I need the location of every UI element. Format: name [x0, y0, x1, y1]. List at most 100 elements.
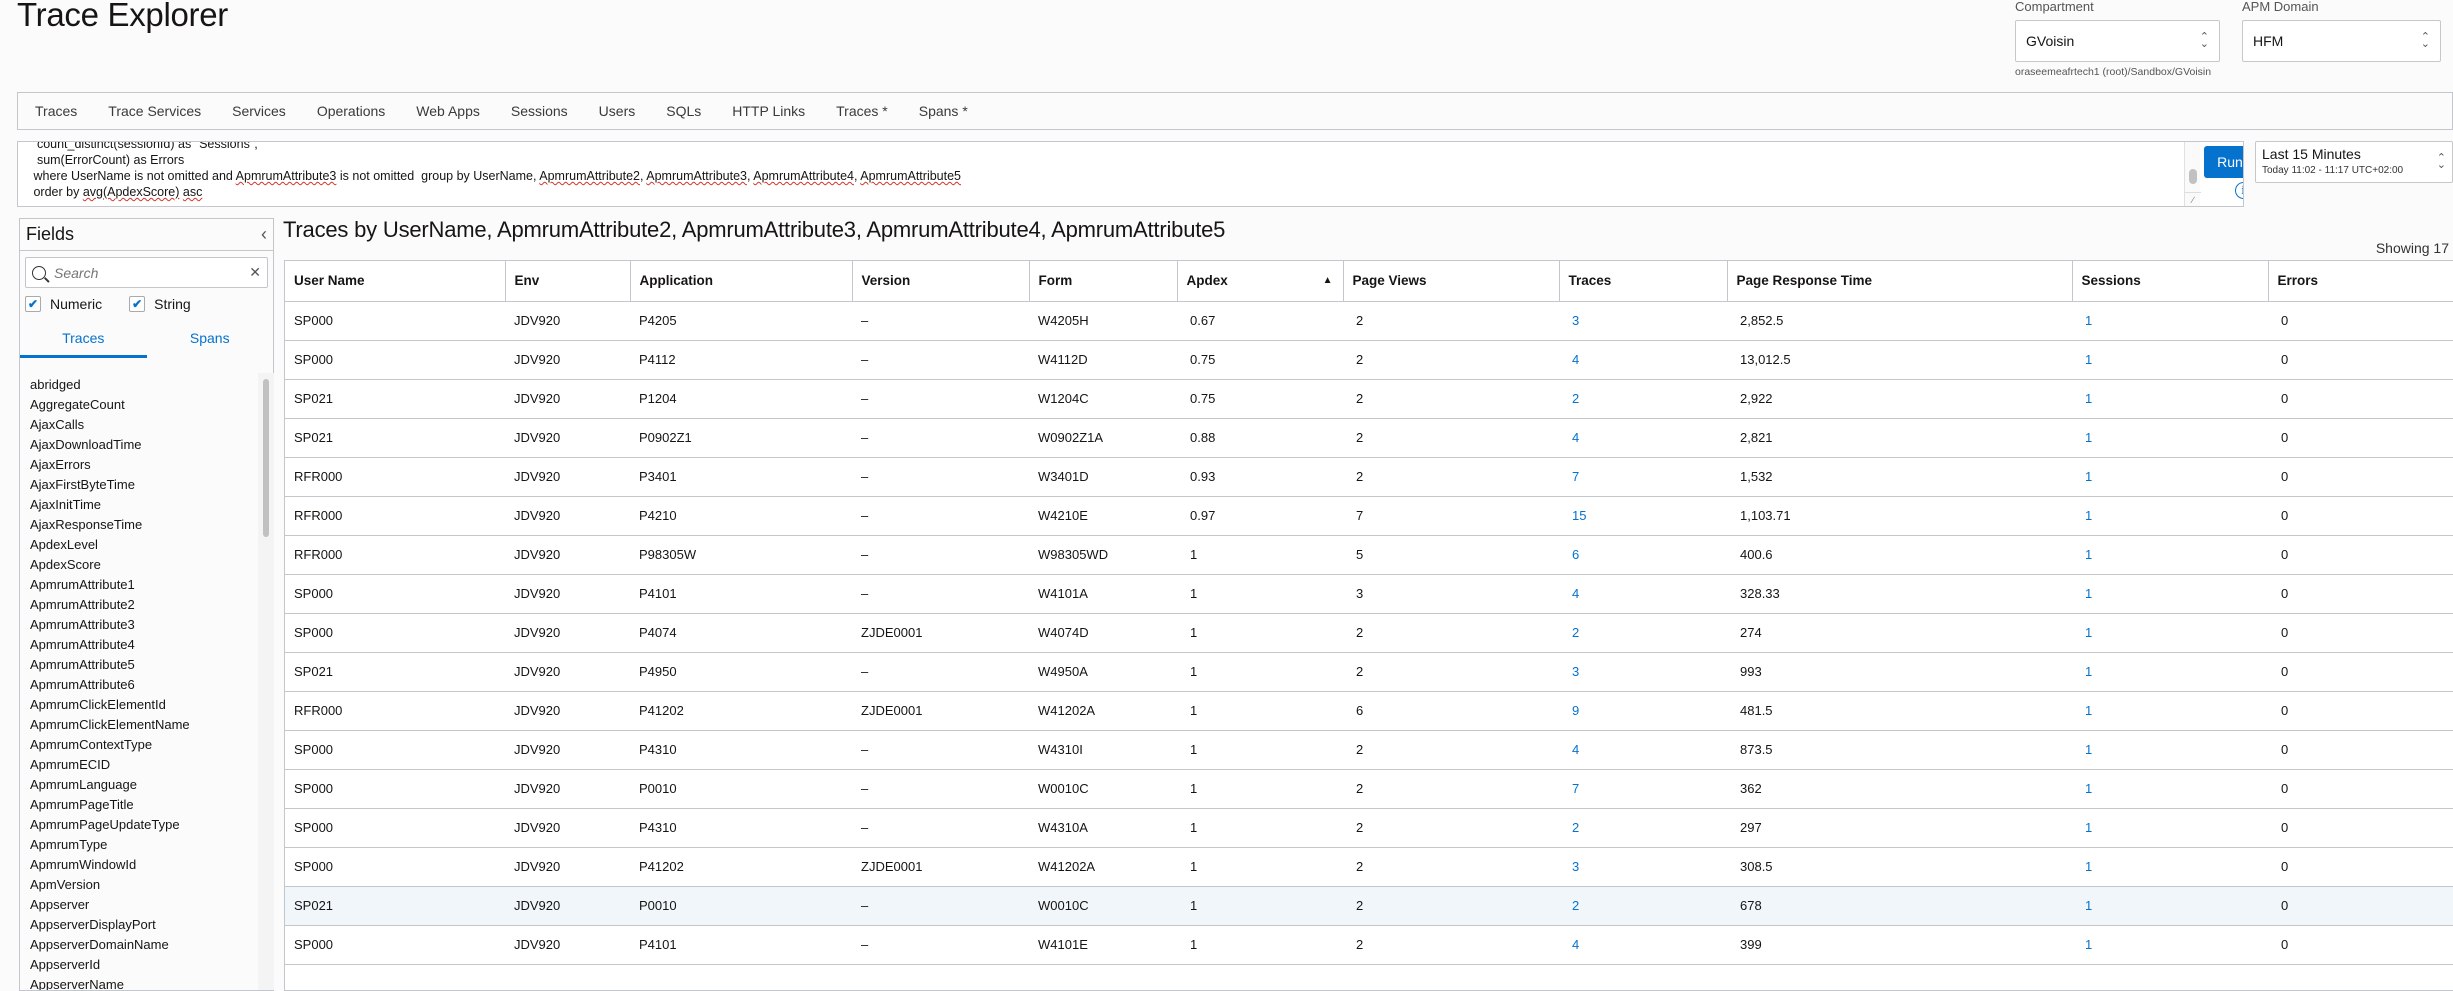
field-list-item[interactable]: ApmrumAttribute3	[30, 615, 260, 635]
column-header-version[interactable]: Version	[852, 261, 1030, 302]
tab-operations[interactable]: Operations	[317, 103, 385, 119]
clear-icon[interactable]: ✕	[249, 264, 261, 281]
sort-ascending-icon[interactable]: ▲	[1323, 275, 1333, 286]
cell-sessions[interactable]: 1	[2072, 613, 2268, 653]
tab-trace-services[interactable]: Trace Services	[108, 103, 201, 119]
cell-sessions[interactable]: 1	[2072, 301, 2268, 341]
scroll-thumb[interactable]	[2189, 169, 2197, 184]
field-list-item[interactable]: AjaxResponseTime	[30, 515, 260, 535]
field-list-item[interactable]: ApmrumPageUpdateType	[30, 815, 260, 835]
field-list-item[interactable]: AppserverDisplayPort	[30, 915, 260, 935]
fields-tab-spans[interactable]: Spans	[147, 330, 274, 358]
field-list-item[interactable]: ApmrumAttribute1	[30, 575, 260, 595]
fields-tab-traces[interactable]: Traces	[20, 330, 147, 358]
field-list-item[interactable]: AggregateCount	[30, 395, 260, 415]
column-header-form[interactable]: Form	[1029, 261, 1178, 302]
column-header-errors[interactable]: Errors	[2268, 261, 2453, 302]
cell-sessions[interactable]: 1	[2072, 457, 2268, 497]
tab-traces[interactable]: Traces	[35, 103, 77, 119]
scroll-thumb[interactable]	[263, 379, 269, 537]
table-row[interactable]: RFR000 JDV920 P3401– W3401D 0.93 2 7 1,532 1 0	[285, 457, 2453, 497]
table-row[interactable]: SP000 JDV920 P4101– W4101E 1 2 4 399 1 0	[285, 925, 2453, 965]
field-list-item[interactable]: ApmrumClickElementId	[30, 695, 260, 715]
string-checkbox[interactable]: ✔ String	[129, 296, 191, 312]
tab-spans-custom[interactable]: Spans *	[919, 103, 968, 119]
cell-traces[interactable]: 4	[1559, 574, 1727, 614]
tab-sqls[interactable]: SQLs	[666, 103, 701, 119]
cell-sessions[interactable]: 1	[2072, 418, 2268, 458]
column-header-user-name[interactable]: User Name	[285, 261, 506, 302]
column-header-apdex[interactable]: Apdex ▲	[1177, 261, 1344, 302]
field-list-item[interactable]: abridged	[30, 375, 260, 395]
field-list-item[interactable]: AjaxDownloadTime	[30, 435, 260, 455]
cell-traces[interactable]: 4	[1559, 418, 1727, 458]
table-row[interactable]: RFR000 JDV920 P4210– W4210E 0.97 7 15 1,103.71 1…	[285, 496, 2453, 536]
field-list-item[interactable]: ApmrumECID	[30, 755, 260, 775]
table-row[interactable]: SP000 JDV920 P0010– W0010C 1 2 7 362 1 0	[285, 769, 2453, 809]
table-row[interactable]: RFR000 JDV920 P41202 ZJDE0001 W41202A 1 6 9 481.…	[285, 691, 2453, 731]
cell-traces[interactable]: 2	[1559, 808, 1727, 848]
query-text[interactable]: count_distinct(sessionId) as "Sessions",…	[30, 142, 961, 200]
column-header-page-response-time[interactable]: Page Response Time	[1727, 261, 2073, 302]
table-row[interactable]: SP000 JDV920 P41202 ZJDE0001 W41202A 1 2 3 308.5…	[285, 847, 2453, 887]
cell-sessions[interactable]: 1	[2072, 925, 2268, 965]
compartment-select[interactable]: GVoisin ⌃ ⌄	[2015, 20, 2220, 62]
cell-traces[interactable]: 6	[1559, 535, 1727, 575]
field-list-item[interactable]: ApmrumAttribute2	[30, 595, 260, 615]
field-list-item[interactable]: AppserverDomainName	[30, 935, 260, 955]
field-list-item[interactable]: AjaxErrors	[30, 455, 260, 475]
table-row[interactable]: SP000 JDV920 P4074 ZJDE0001 W4074D 1 2 2 274 1 0	[285, 613, 2453, 653]
field-list-scrollbar[interactable]	[258, 373, 274, 990]
table-row[interactable]: SP021 JDV920 P4950– W4950A 1 2 3 993 1 0	[285, 652, 2453, 692]
cell-traces[interactable]: 3	[1559, 847, 1727, 887]
cell-traces[interactable]: 9	[1559, 691, 1727, 731]
cell-traces[interactable]: 2	[1559, 379, 1727, 419]
field-list-item[interactable]: AppserverId	[30, 955, 260, 975]
cell-traces[interactable]: 7	[1559, 457, 1727, 497]
tab-traces-custom[interactable]: Traces *	[836, 103, 888, 119]
cell-traces[interactable]: 4	[1559, 730, 1727, 770]
field-list-item[interactable]: ApmrumPageTitle	[30, 795, 260, 815]
tab-web-apps[interactable]: Web Apps	[416, 103, 480, 119]
cell-sessions[interactable]: 1	[2072, 886, 2268, 926]
cell-sessions[interactable]: 1	[2072, 730, 2268, 770]
cell-traces[interactable]: 3	[1559, 652, 1727, 692]
cell-sessions[interactable]: 1	[2072, 847, 2268, 887]
cell-traces[interactable]: 2	[1559, 886, 1727, 926]
tab-users[interactable]: Users	[599, 103, 636, 119]
time-range-select[interactable]: Last 15 Minutes Today 11:02 - 11:17 UTC+…	[2255, 141, 2453, 183]
field-list-item[interactable]: AjaxCalls	[30, 415, 260, 435]
tab-http-links[interactable]: HTTP Links	[732, 103, 805, 119]
column-header-application[interactable]: Application	[630, 261, 853, 302]
field-list-item[interactable]: ApmrumWindowId	[30, 855, 260, 875]
fields-search-input[interactable]	[54, 264, 250, 281]
field-list-item[interactable]: ApmVersion	[30, 875, 260, 895]
field-list-item[interactable]: AjaxFirstByteTime	[30, 475, 260, 495]
column-header-traces[interactable]: Traces	[1559, 261, 1728, 302]
cell-traces[interactable]: 4	[1559, 340, 1727, 380]
cell-sessions[interactable]: 1	[2072, 496, 2268, 536]
field-list-item[interactable]: ApmrumAttribute6	[30, 675, 260, 695]
field-list-item[interactable]: AjaxInitTime	[30, 495, 260, 515]
field-list-item[interactable]: ApmrumAttribute5	[30, 655, 260, 675]
cell-sessions[interactable]: 1	[2072, 379, 2268, 419]
query-editor[interactable]: count_distinct(sessionId) as "Sessions",…	[17, 141, 2244, 207]
cell-sessions[interactable]: 1	[2072, 340, 2268, 380]
field-list-item[interactable]: ApdexLevel	[30, 535, 260, 555]
tab-sessions[interactable]: Sessions	[511, 103, 568, 119]
cell-traces[interactable]: 15	[1559, 496, 1727, 536]
table-row[interactable]: SP021 JDV920 P0902Z1– W0902Z1A 0.88 2 4 2,821 1 0	[285, 418, 2453, 458]
field-list-item[interactable]: ApmrumClickElementName	[30, 715, 260, 735]
numeric-checkbox[interactable]: ✔ Numeric	[25, 296, 102, 312]
cell-traces[interactable]: 7	[1559, 769, 1727, 809]
cell-sessions[interactable]: 1	[2072, 574, 2268, 614]
table-row[interactable]: SP021 JDV920 P0010– W0010C 1 2 2 678 1 0	[285, 886, 2453, 926]
cell-traces[interactable]: 4	[1559, 925, 1727, 965]
cell-sessions[interactable]: 1	[2072, 652, 2268, 692]
table-row[interactable]: SP000 JDV920 P4310– W4310A 1 2 2 297 1 0	[285, 808, 2453, 848]
column-header-sessions[interactable]: Sessions	[2072, 261, 2269, 302]
field-list-item[interactable]: AppserverName	[30, 975, 260, 990]
field-list-item[interactable]: Appserver	[30, 895, 260, 915]
info-icon[interactable]: i	[2235, 182, 2243, 199]
field-list-item[interactable]: ApmrumLanguage	[30, 775, 260, 795]
